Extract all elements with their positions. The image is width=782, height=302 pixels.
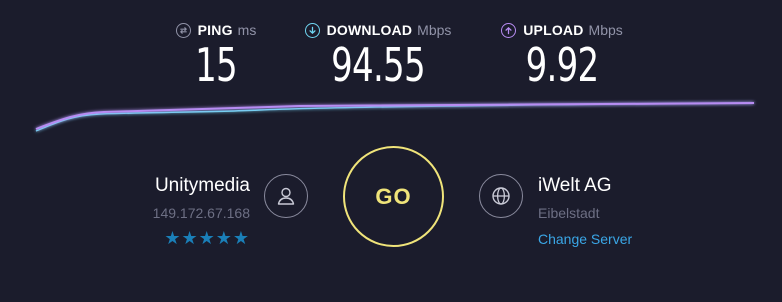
- ping-unit: ms: [237, 22, 257, 38]
- upload-label: UPLOAD: [523, 22, 584, 38]
- server-location: Eibelstadt: [538, 205, 600, 221]
- upload-value: 9.92: [525, 38, 600, 92]
- ping-metric: PING ms 15: [168, 22, 264, 88]
- upload-arrow-icon: [501, 22, 517, 38]
- download-header: DOWNLOAD Mbps: [293, 22, 463, 38]
- isp-ip-address: 149.172.67.168: [152, 205, 250, 221]
- globe-icon: [479, 174, 523, 218]
- download-label: DOWNLOAD: [326, 22, 413, 38]
- isp-rating-stars[interactable]: ★★★★★: [164, 228, 250, 249]
- go-button[interactable]: GO: [343, 146, 444, 247]
- download-graph-line: [35, 102, 755, 132]
- download-value: 94.55: [331, 38, 426, 92]
- download-unit: Mbps: [417, 22, 452, 38]
- user-icon: [264, 174, 308, 218]
- go-button-label: GO: [375, 183, 412, 209]
- server-name: iWelt AG: [538, 175, 612, 196]
- upload-unit: Mbps: [588, 22, 623, 38]
- ping-label: PING: [197, 22, 233, 38]
- isp-name: Unitymedia: [154, 175, 250, 196]
- ping-header: PING ms: [168, 22, 264, 38]
- change-server-link[interactable]: Change Server: [538, 231, 632, 247]
- upload-header: UPLOAD Mbps: [491, 22, 633, 38]
- ping-value: 15: [195, 38, 238, 92]
- ping-arrows-icon: [175, 22, 191, 38]
- download-metric: DOWNLOAD Mbps 94.55: [293, 22, 463, 88]
- speed-graph: [35, 102, 755, 132]
- upload-metric: UPLOAD Mbps 9.92: [491, 22, 633, 88]
- download-arrow-icon: [304, 22, 320, 38]
